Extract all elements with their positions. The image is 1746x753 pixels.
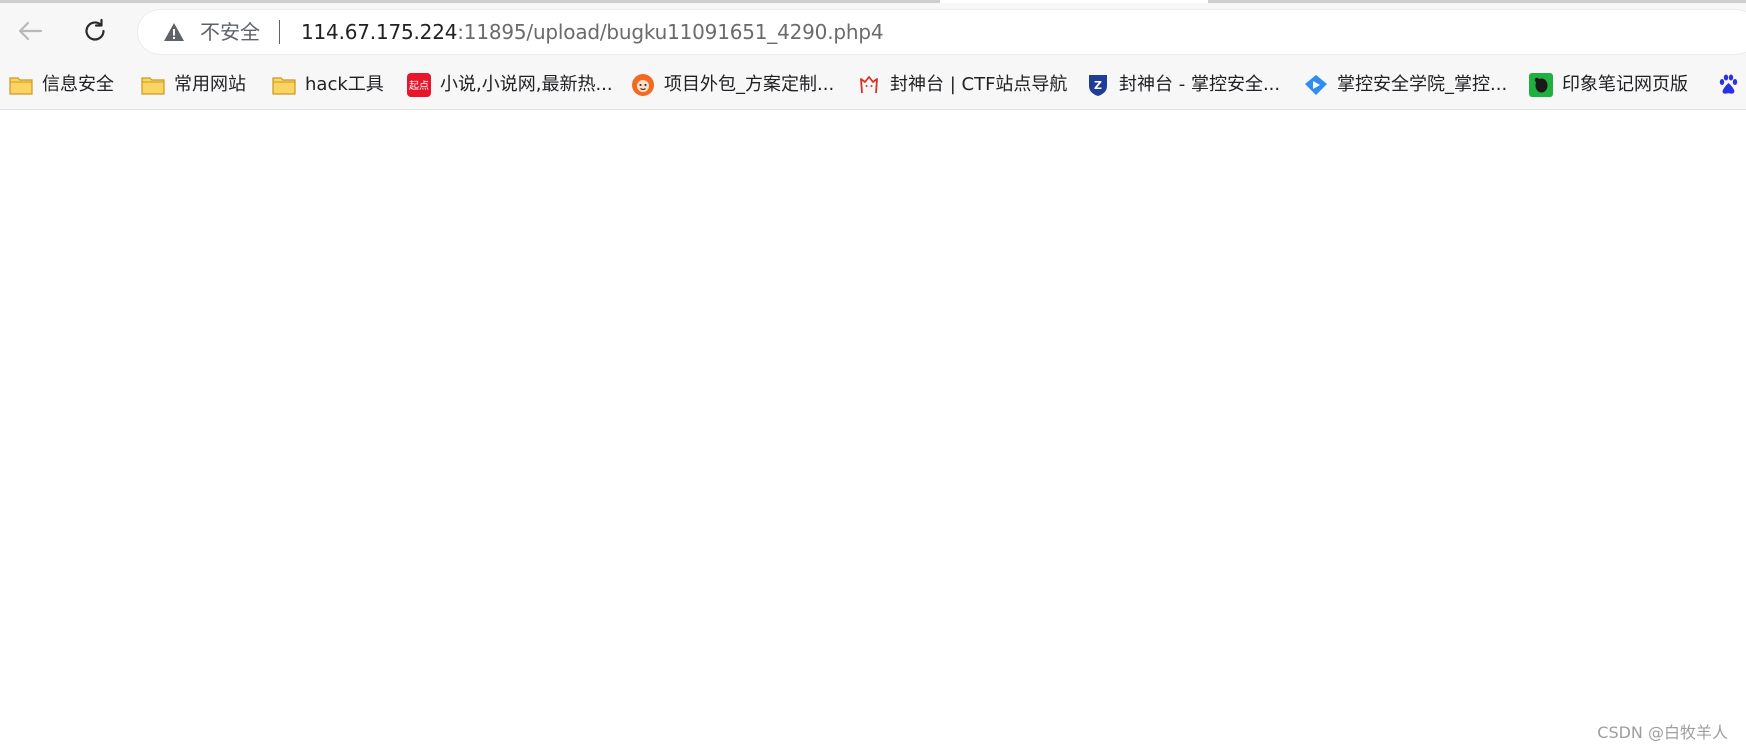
evernote-icon — [1528, 72, 1554, 98]
bookmark-label: 封神台 - 掌控安全... — [1119, 74, 1281, 95]
browser-window: 不安全 114.67.175.224:11895/upload/bugku110… — [0, 0, 1746, 753]
bookmark-label: 掌控安全学院_掌控... — [1337, 74, 1508, 95]
bookmark-folder-common-sites[interactable]: 常用网站 — [140, 70, 246, 100]
arrow-left-icon — [17, 20, 43, 46]
blue-shield-icon: Z — [1085, 72, 1111, 98]
bookmark-label: hack工具 — [305, 74, 384, 95]
bookmark-qidian[interactable]: 起点 小说,小说网,最新热... — [406, 70, 613, 100]
url-host: 114.67.175.224 — [301, 20, 458, 44]
url-text[interactable]: 114.67.175.224:11895/upload/bugku1109165… — [301, 20, 884, 44]
baidu-paw-icon — [1715, 72, 1741, 98]
orange-monkey-icon — [630, 72, 656, 98]
bookmark-zhangkong-academy[interactable]: 掌控安全学院_掌控... — [1303, 70, 1507, 100]
bookmark-evernote-web[interactable]: 印象笔记网页版 — [1528, 70, 1688, 100]
bookmark-folder-hack-tools[interactable]: hack工具 — [271, 70, 384, 100]
bookmark-label: 项目外包_方案定制... — [664, 74, 835, 95]
bookmark-label: 小说,小说网,最新热... — [440, 74, 613, 95]
toolbar: 不安全 114.67.175.224:11895/upload/bugku110… — [0, 3, 1746, 62]
svg-text:起点: 起点 — [409, 80, 429, 92]
csdn-watermark: CSDN @白牧羊人 — [1597, 723, 1728, 742]
bookmark-fengshentai-security[interactable]: Z 封神台 - 掌控安全... — [1085, 70, 1280, 100]
reload-button[interactable] — [75, 13, 115, 53]
svg-text:Z: Z — [1094, 79, 1102, 92]
bookmark-fengshentai-ctf-nav[interactable]: 封神台 | CTF站点导航 — [856, 70, 1067, 100]
folder-icon — [8, 72, 34, 98]
blue-diamond-icon — [1303, 72, 1329, 98]
qidian-logo-icon: 起点 — [406, 72, 432, 98]
back-button[interactable] — [10, 13, 50, 53]
folder-icon — [140, 72, 166, 98]
bookmark-label: 常用网站 — [174, 74, 246, 95]
url-path: :11895/upload/bugku11091651_4290.php4 — [457, 20, 884, 44]
warning-triangle-icon[interactable] — [163, 22, 185, 42]
page-content: CSDN @白牧羊人 — [0, 110, 1746, 753]
folder-icon — [271, 72, 297, 98]
bookmark-baidu[interactable] — [1715, 70, 1746, 100]
bookmark-label: 封神台 | CTF站点导航 — [890, 74, 1068, 95]
bookmark-label: 信息安全 — [42, 74, 114, 95]
address-bar[interactable]: 不安全 114.67.175.224:11895/upload/bugku110… — [138, 10, 1746, 54]
address-separator — [279, 20, 280, 44]
reload-icon — [82, 18, 108, 48]
red-cat-icon — [856, 72, 882, 98]
bookmark-label: 印象笔记网页版 — [1562, 74, 1688, 95]
bookmark-project-outsourcing[interactable]: 项目外包_方案定制... — [630, 70, 834, 100]
bookmarks-bar: 信息安全 常用网站 hack工具 起点 小说,小说网,最新热... 项目外包_方… — [0, 62, 1746, 110]
security-label[interactable]: 不安全 — [200, 21, 260, 43]
bookmark-folder-info-security[interactable]: 信息安全 — [8, 70, 114, 100]
